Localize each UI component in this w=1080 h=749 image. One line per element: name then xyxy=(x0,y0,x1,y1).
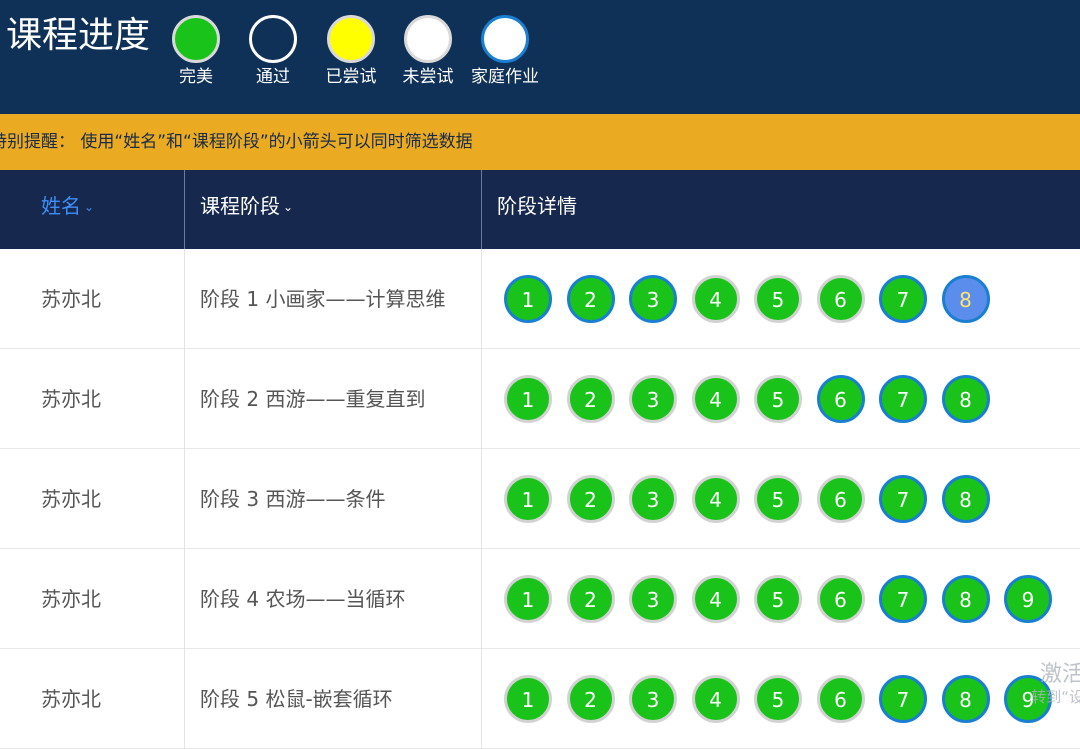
course-stage-cell: 阶段 4 农场——当循环 xyxy=(184,549,481,649)
lesson-bubble[interactable]: 7 xyxy=(879,575,927,623)
student-name-cell: 苏亦北 xyxy=(41,487,101,511)
lesson-bubble[interactable]: 5 xyxy=(754,375,802,423)
lesson-bubble[interactable]: 7 xyxy=(879,475,927,523)
column-header-stage[interactable]: 课程阶段 ⌄ xyxy=(184,170,481,249)
lesson-bubble[interactable]: 1 xyxy=(504,475,552,523)
lesson-bubble[interactable]: 9 xyxy=(1004,575,1052,623)
lesson-bubble[interactable]: 8 xyxy=(941,275,990,323)
lesson-bubble[interactable]: 3 xyxy=(629,475,677,523)
lesson-bubble[interactable]: 8 xyxy=(941,475,990,523)
header-bar: 课程进度 完美 通过 已尝试 未尝试 家庭作业 xyxy=(0,0,1080,114)
lesson-bubble[interactable]: 1 xyxy=(504,575,552,623)
legend-label: 已尝试 xyxy=(325,67,377,87)
lesson-bubble[interactable]: 6 xyxy=(816,575,865,623)
lesson-bubble[interactable]: 8 xyxy=(941,575,990,623)
page-title: 课程进度 xyxy=(6,15,151,56)
lesson-bubble[interactable]: 1 xyxy=(504,275,552,323)
lesson-bubble[interactable]: 5 xyxy=(754,475,802,523)
watermark-line-2: 转到“设 xyxy=(1031,688,1080,706)
lesson-bubble[interactable]: 8 xyxy=(941,675,990,723)
lesson-bubble[interactable]: 2 xyxy=(566,675,615,723)
course-stage-cell: 阶段 2 西游——重复直到 xyxy=(184,349,481,449)
course-stage-cell: 阶段 5 松鼠-嵌套循环 xyxy=(184,649,481,749)
legend-label: 通过 xyxy=(256,67,290,87)
student-name-cell: 苏亦北 xyxy=(41,387,101,411)
lesson-bubble[interactable]: 4 xyxy=(691,275,740,323)
legend-item: 已尝试 xyxy=(311,15,391,95)
lesson-bubble[interactable]: 6 xyxy=(816,475,865,523)
activation-watermark: 激活 转到“设 xyxy=(1031,662,1080,706)
lesson-bubble[interactable]: 6 xyxy=(816,675,865,723)
stage-detail-cell: 12345678 xyxy=(481,249,1080,349)
legend-dot-icon xyxy=(481,15,529,63)
lesson-bubble[interactable]: 4 xyxy=(691,475,740,523)
lesson-bubble[interactable]: 3 xyxy=(629,275,677,323)
legend-dot-icon xyxy=(172,15,220,63)
column-header-detail: 阶段详情 xyxy=(481,170,1080,249)
table-header: 姓名 ⌄ 课程阶段 ⌄ 阶段详情 xyxy=(0,170,1080,249)
course-stage-cell: 阶段 3 西游——条件 xyxy=(184,449,481,549)
lesson-bubble[interactable]: 5 xyxy=(754,675,802,723)
lesson-bubble[interactable]: 5 xyxy=(754,275,802,323)
legend-label: 完美 xyxy=(179,67,213,87)
legend-label: 未尝试 xyxy=(402,67,454,87)
lesson-bubble[interactable]: 6 xyxy=(816,375,865,423)
lesson-bubble[interactable]: 2 xyxy=(566,475,615,523)
lesson-bubble[interactable]: 7 xyxy=(879,275,927,323)
legend-item: 未尝试 xyxy=(388,15,468,95)
legend-item: 完美 xyxy=(156,15,236,95)
course-stage-cell: 阶段 1 小画家——计算思维 xyxy=(184,249,481,349)
watermark-line-1: 激活 xyxy=(1039,662,1080,687)
lesson-bubble[interactable]: 2 xyxy=(566,275,615,323)
lesson-bubble[interactable]: 3 xyxy=(629,575,677,623)
legend-dot-icon xyxy=(249,15,297,63)
lesson-bubble[interactable]: 6 xyxy=(816,275,865,323)
column-header-name[interactable]: 姓名 ⌄ xyxy=(0,170,184,249)
lesson-bubble[interactable]: 4 xyxy=(691,375,740,423)
table-row: 苏亦北 阶段 3 西游——条件 1 2 3 4 5 6 7 8 xyxy=(0,449,1080,549)
legend-label: 家庭作业 xyxy=(471,67,539,87)
lesson-bubble[interactable]: 7 xyxy=(879,375,927,423)
lesson-bubble[interactable]: 8 xyxy=(941,375,990,423)
student-name-cell: 苏亦北 xyxy=(41,287,101,311)
stage-detail-cell: 123456789 xyxy=(481,649,1080,749)
student-name-cell: 苏亦北 xyxy=(41,687,101,711)
lesson-bubble[interactable]: 4 xyxy=(691,575,740,623)
legend-item: 通过 xyxy=(233,15,313,95)
notice-text: 特别提醒： 使用“姓名”和“课程阶段”的小箭头可以同时筛选数据 xyxy=(0,132,473,152)
column-header-stage-label: 课程阶段 xyxy=(200,194,280,218)
stage-detail-cell: 12345678 xyxy=(481,449,1080,549)
lesson-bubble[interactable]: 3 xyxy=(629,375,677,423)
lesson-bubble[interactable]: 7 xyxy=(879,675,927,723)
notice-banner: 特别提醒： 使用“姓名”和“课程阶段”的小箭头可以同时筛选数据 xyxy=(0,114,1080,170)
lesson-bubble[interactable]: 4 xyxy=(691,675,740,723)
lesson-bubble[interactable]: 3 xyxy=(629,675,677,723)
legend-dot-icon xyxy=(327,15,375,63)
chevron-down-icon[interactable]: ⌄ xyxy=(84,200,94,214)
legend-item: 家庭作业 xyxy=(465,15,545,95)
lesson-bubble[interactable]: 2 xyxy=(566,375,615,423)
stage-detail-cell: 12345678 xyxy=(481,349,1080,449)
table-row: 苏亦北 阶段 4 农场——当循环 1 2 3 4 5 6 7 8 9 xyxy=(0,549,1080,649)
table-row: 苏亦北 阶段 5 松鼠-嵌套循环 1 2 3 4 5 6 7 8 9 xyxy=(0,649,1080,749)
table-row: 苏亦北 阶段 2 西游——重复直到 1 2 3 4 5 6 7 8 xyxy=(0,349,1080,449)
legend-dot-icon xyxy=(404,15,452,63)
student-name-cell: 苏亦北 xyxy=(41,587,101,611)
stage-detail-cell: 123456789 xyxy=(481,549,1080,649)
lesson-bubble[interactable]: 5 xyxy=(754,575,802,623)
column-header-detail-label: 阶段详情 xyxy=(497,194,577,218)
lesson-bubble[interactable]: 1 xyxy=(504,375,552,423)
column-header-name-label: 姓名 xyxy=(41,194,81,218)
chevron-down-icon[interactable]: ⌄ xyxy=(283,200,293,214)
lesson-bubble[interactable]: 1 xyxy=(504,675,552,723)
lesson-bubble[interactable]: 2 xyxy=(566,575,615,623)
table-row: 苏亦北 阶段 1 小画家——计算思维 1 2 3 4 5 6 7 8 xyxy=(0,249,1080,349)
